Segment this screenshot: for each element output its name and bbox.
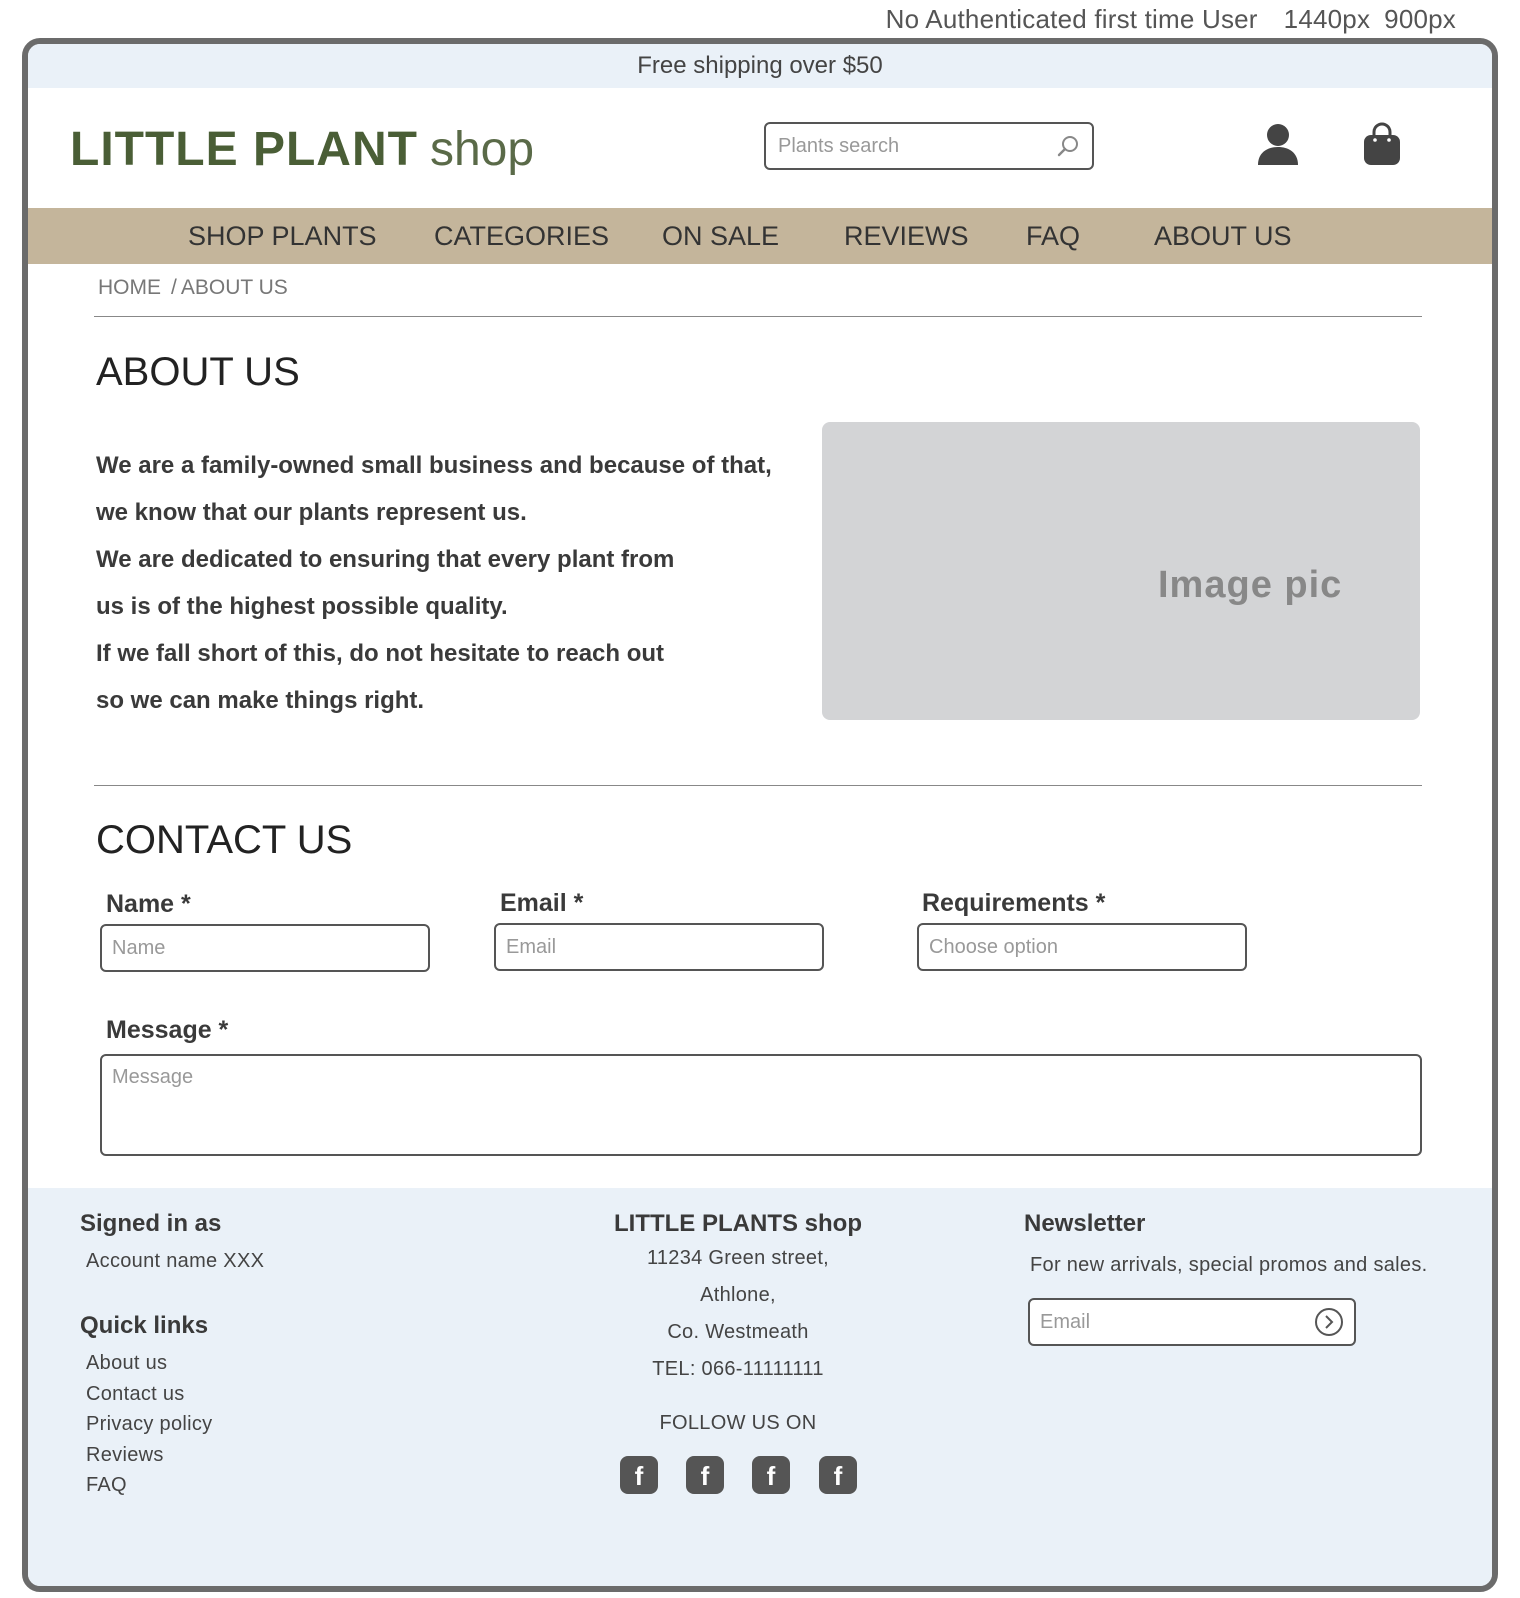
wireframe-label: No Authenticated first time User bbox=[885, 4, 1258, 34]
name-input[interactable] bbox=[112, 936, 418, 960]
breadcrumb-divider bbox=[94, 316, 1422, 317]
wireframe-width: 1440px bbox=[1283, 4, 1371, 34]
about-text: We are a family-owned small business and… bbox=[96, 442, 816, 724]
facebook-icon[interactable]: f bbox=[686, 1456, 724, 1494]
breadcrumb: HOME / ABOUT US bbox=[98, 276, 288, 300]
about-line: us is of the highest possible quality. bbox=[96, 593, 508, 620]
requirements-field-box: Choose option bbox=[917, 923, 1247, 971]
phone-number: TEL: 066-11111111 bbox=[652, 1358, 824, 1380]
follow-us-label: FOLLOW US ON bbox=[659, 1412, 817, 1434]
facebook-glyph: f bbox=[833, 1461, 843, 1491]
message-field-box bbox=[100, 1054, 1422, 1156]
about-line: We are dedicated to ensuring that every … bbox=[96, 546, 675, 573]
facebook-icon[interactable]: f bbox=[819, 1456, 857, 1494]
search-box bbox=[764, 122, 1094, 170]
search-icon[interactable] bbox=[1056, 134, 1080, 158]
name-label: Name * bbox=[106, 890, 191, 918]
logo-bold-text: LITTLE PLANT bbox=[70, 123, 418, 176]
account-name[interactable]: Account name XXX bbox=[86, 1250, 264, 1273]
email-input[interactable] bbox=[506, 935, 812, 959]
newsletter-field-box bbox=[1028, 1298, 1356, 1346]
site-header: LITTLE PLANT shop bbox=[28, 88, 1492, 208]
footer-shop-name: LITTLE PLANTS shop bbox=[614, 1210, 862, 1237]
shopping-bag-icon[interactable] bbox=[1362, 122, 1402, 166]
newsletter-email-input[interactable] bbox=[1040, 1310, 1314, 1334]
email-label: Email * bbox=[500, 889, 584, 917]
footer-address: 11234 Green street, Athlone, Co. Westmea… bbox=[588, 1240, 888, 1388]
breadcrumb-current: ABOUT US bbox=[180, 276, 288, 299]
newsletter-description: For new arrivals, special promos and sal… bbox=[1030, 1254, 1428, 1276]
address-line: Co. Westmeath bbox=[667, 1321, 809, 1343]
logo-light-text: shop bbox=[429, 123, 535, 176]
user-icon[interactable] bbox=[1256, 122, 1300, 166]
about-title: ABOUT US bbox=[96, 350, 300, 394]
facebook-glyph: f bbox=[634, 1461, 644, 1491]
about-image-placeholder: Image pic bbox=[822, 422, 1420, 720]
breadcrumb-home[interactable]: HOME bbox=[98, 276, 161, 299]
site-logo[interactable]: LITTLE PLANT shop bbox=[70, 122, 534, 177]
about-line: If we fall short of this, do not hesitat… bbox=[96, 640, 665, 667]
page-frame: Free shipping over $50 LITTLE PLANT shop … bbox=[22, 38, 1498, 1592]
nav-item-reviews[interactable]: REVIEWS bbox=[844, 221, 969, 252]
nav-item-categories[interactable]: CATEGORIES bbox=[434, 221, 609, 252]
footer-link-about-us[interactable]: About us bbox=[86, 1348, 212, 1379]
requirements-select[interactable]: Choose option bbox=[929, 936, 1235, 958]
wireframe-height: 900px bbox=[1384, 4, 1456, 34]
newsletter-heading: Newsletter bbox=[1024, 1210, 1146, 1237]
image-placeholder-label: Image pic bbox=[1158, 564, 1343, 606]
footer-link-reviews[interactable]: Reviews bbox=[86, 1440, 212, 1471]
nav-item-shop-plants[interactable]: SHOP PLANTS bbox=[188, 221, 377, 252]
quick-links-heading: Quick links bbox=[80, 1312, 209, 1339]
shipping-banner: Free shipping over $50 bbox=[28, 44, 1492, 88]
site-footer: Signed in as Account name XXX Quick link… bbox=[28, 1188, 1492, 1586]
facebook-icon[interactable]: f bbox=[752, 1456, 790, 1494]
name-field-box bbox=[100, 924, 430, 972]
signed-in-heading: Signed in as bbox=[80, 1210, 222, 1237]
arrow-right-circle-icon[interactable] bbox=[1314, 1307, 1344, 1337]
about-line: so we can make things right. bbox=[96, 687, 425, 714]
facebook-glyph: f bbox=[766, 1461, 776, 1491]
main-nav: SHOP PLANTS CATEGORIES ON SALE REVIEWS F… bbox=[28, 208, 1492, 264]
section-divider bbox=[94, 785, 1422, 786]
footer-link-contact-us[interactable]: Contact us bbox=[86, 1379, 212, 1410]
requirements-label: Requirements * bbox=[922, 889, 1106, 917]
search-input[interactable] bbox=[778, 134, 1056, 158]
contact-title: CONTACT US bbox=[96, 818, 353, 862]
email-field-box bbox=[494, 923, 824, 971]
facebook-icon[interactable]: f bbox=[620, 1456, 658, 1494]
about-line: we know that our plants represent us. bbox=[96, 499, 527, 526]
message-textarea[interactable] bbox=[112, 1066, 1410, 1135]
message-label: Message * bbox=[106, 1016, 229, 1044]
address-line: 11234 Green street, bbox=[646, 1247, 830, 1269]
nav-item-about-us[interactable]: ABOUT US bbox=[1154, 221, 1292, 252]
nav-item-on-sale[interactable]: ON SALE bbox=[662, 221, 779, 252]
wireframe-meta: No Authenticated first time User 1440px 90… bbox=[860, 4, 1456, 35]
shipping-banner-text: Free shipping over $50 bbox=[637, 52, 883, 79]
facebook-glyph: f bbox=[700, 1461, 710, 1491]
quick-links-list: About us Contact us Privacy policy Revie… bbox=[86, 1348, 212, 1501]
footer-link-faq[interactable]: FAQ bbox=[86, 1470, 212, 1501]
address-line: Athlone, bbox=[700, 1284, 776, 1306]
about-line: We are a family-owned small business and… bbox=[96, 452, 772, 479]
footer-link-privacy-policy[interactable]: Privacy policy bbox=[86, 1409, 212, 1440]
breadcrumb-separator: / bbox=[171, 276, 177, 299]
nav-item-faq[interactable]: FAQ bbox=[1026, 221, 1080, 252]
